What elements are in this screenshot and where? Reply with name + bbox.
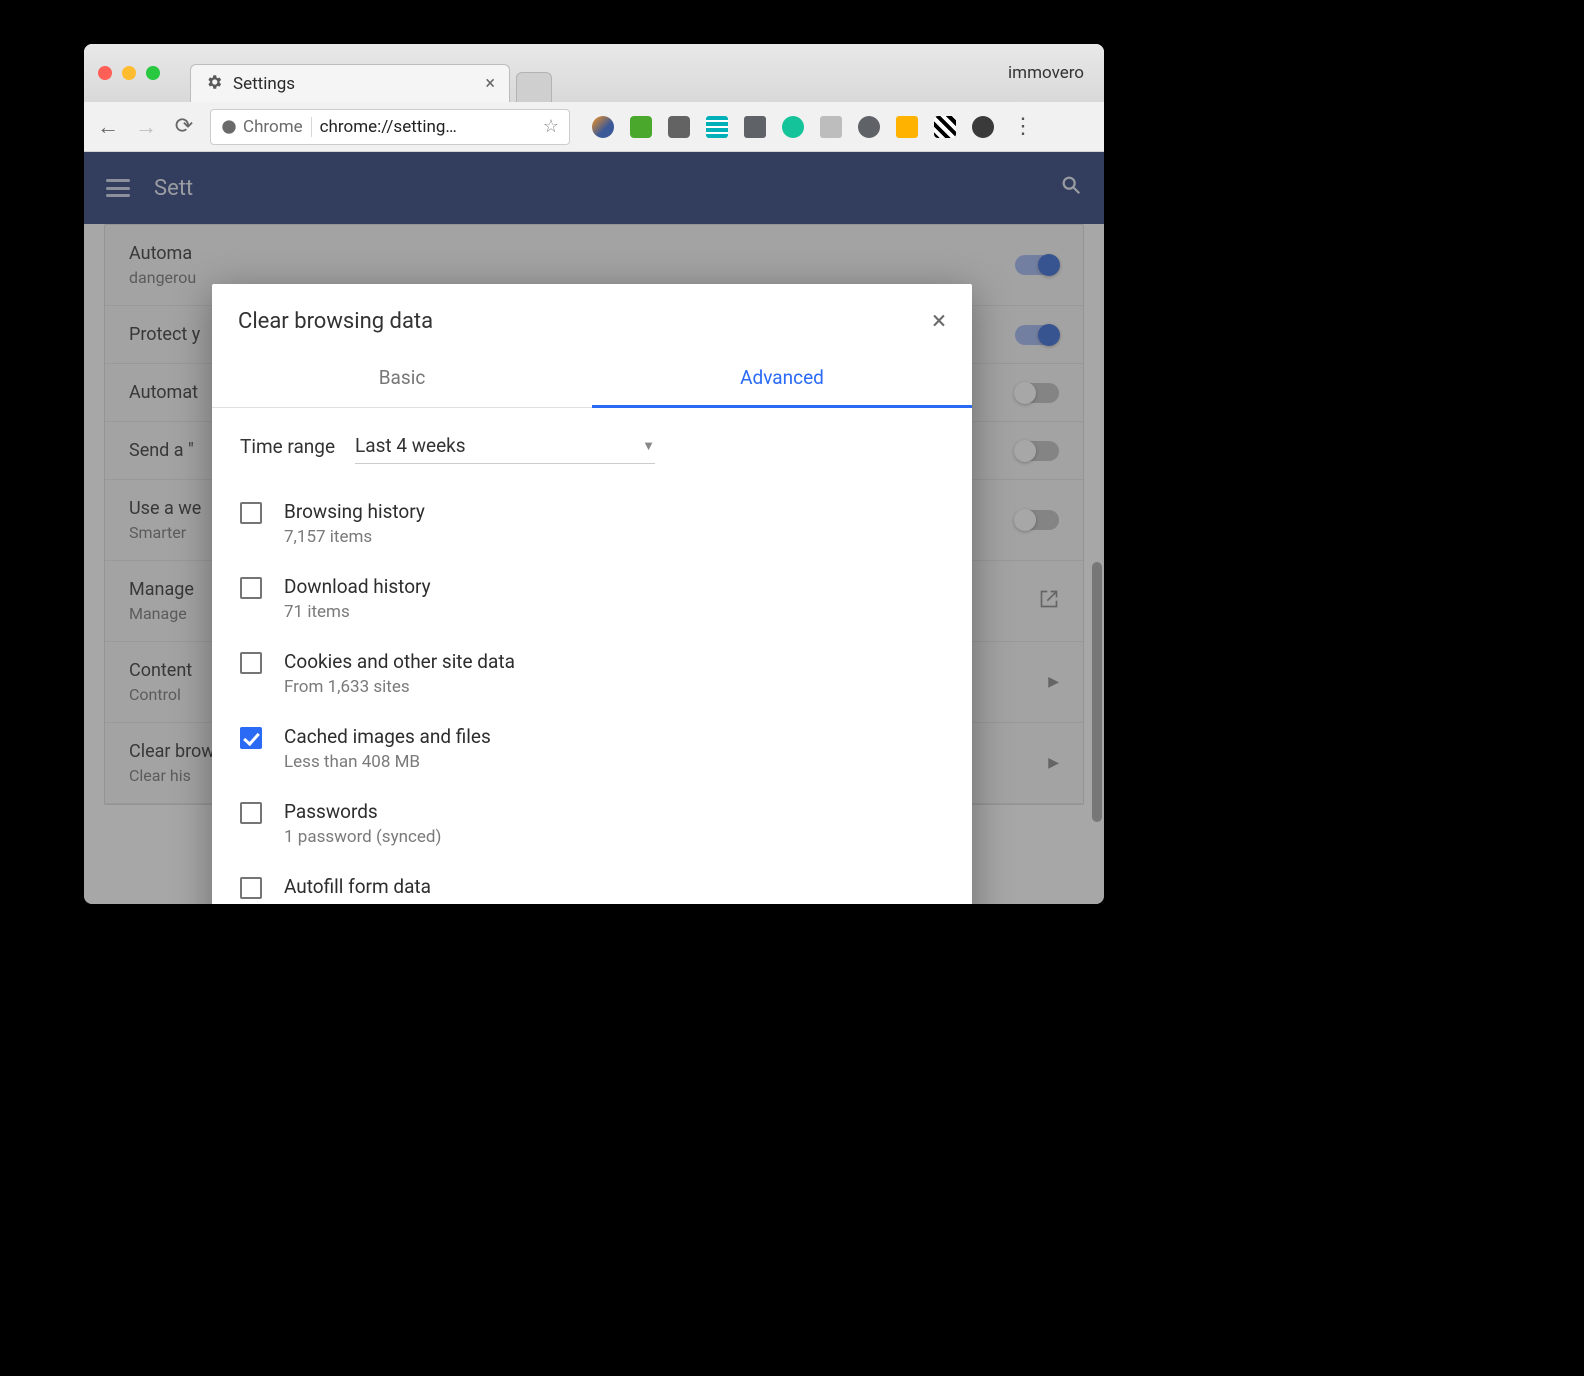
omnibox-url: chrome://setting… <box>320 117 529 137</box>
extension-icon[interactable] <box>706 116 728 138</box>
clear-item-passwords[interactable]: Passwords1 password (synced) <box>240 786 944 861</box>
titlebar: Settings × immovero <box>84 44 1104 102</box>
extension-icon[interactable] <box>896 116 918 138</box>
chrome-menu-icon[interactable]: ⋮ <box>1012 114 1034 139</box>
time-range-select[interactable]: Last 4 weeks ▼ <box>355 428 655 464</box>
time-range-label: Time range <box>240 435 335 458</box>
clear-item-download-history[interactable]: Download history71 items <box>240 561 944 636</box>
clear-item-cache[interactable]: Cached images and filesLess than 408 MB <box>240 711 944 786</box>
extension-icon[interactable] <box>782 116 804 138</box>
extension-icon[interactable] <box>934 116 956 138</box>
clear-item-autofill[interactable]: Autofill form data <box>240 861 944 904</box>
tab-basic[interactable]: Basic <box>212 354 592 407</box>
checkbox[interactable] <box>240 577 262 599</box>
clear-item-cookies[interactable]: Cookies and other site dataFrom 1,633 si… <box>240 636 944 711</box>
new-tab-button[interactable] <box>516 72 552 102</box>
omnibox-origin-chip: Chrome <box>221 117 303 137</box>
omnibox[interactable]: Chrome chrome://setting… ☆ <box>210 109 570 145</box>
dialog-tabs: Basic Advanced <box>212 354 972 408</box>
clear-browsing-data-dialog: Clear browsing data × Basic Advanced Tim… <box>212 284 972 904</box>
tab-close-icon[interactable]: × <box>485 73 495 94</box>
clear-item-browsing-history[interactable]: Browsing history7,157 items <box>240 486 944 561</box>
extension-icon[interactable] <box>858 116 880 138</box>
back-button[interactable]: ← <box>96 114 120 140</box>
extension-icons <box>592 116 994 138</box>
close-window-button[interactable] <box>98 66 112 80</box>
extension-icon[interactable] <box>668 116 690 138</box>
zoom-window-button[interactable] <box>146 66 160 80</box>
dialog-header: Clear browsing data × <box>212 284 972 354</box>
dialog-body: Time range Last 4 weeks ▼ Browsing histo… <box>212 408 972 904</box>
checkbox[interactable] <box>240 877 262 899</box>
reload-button[interactable]: ⟳ <box>172 114 196 139</box>
time-range-row: Time range Last 4 weeks ▼ <box>240 428 944 464</box>
extension-icon[interactable] <box>592 116 614 138</box>
extension-icon[interactable] <box>820 116 842 138</box>
close-icon[interactable]: × <box>932 306 946 336</box>
profile-name[interactable]: immovero <box>1008 63 1084 83</box>
toolbar: ← → ⟳ Chrome chrome://setting… ☆ ⋮ <box>84 102 1104 152</box>
tab-strip: Settings × <box>190 44 552 102</box>
checkbox[interactable] <box>240 502 262 524</box>
settings-page: Sett Automadangerou Protect y Automat Se… <box>84 152 1104 904</box>
extension-icon[interactable] <box>972 116 994 138</box>
tab-advanced[interactable]: Advanced <box>592 354 972 408</box>
tab-settings[interactable]: Settings × <box>190 64 510 102</box>
gear-icon <box>205 73 223 95</box>
omnibox-separator <box>311 117 312 137</box>
browser-window: Settings × immovero ← → ⟳ Chrome chrome:… <box>84 44 1104 904</box>
bookmark-star-icon[interactable]: ☆ <box>543 116 559 137</box>
minimize-window-button[interactable] <box>122 66 136 80</box>
forward-button[interactable]: → <box>134 114 158 140</box>
checkbox[interactable] <box>240 802 262 824</box>
extension-icon[interactable] <box>630 116 652 138</box>
chevron-down-icon: ▼ <box>642 438 655 454</box>
checkbox[interactable] <box>240 727 262 749</box>
dialog-title: Clear browsing data <box>238 309 433 334</box>
extension-icon[interactable] <box>744 116 766 138</box>
checkbox[interactable] <box>240 652 262 674</box>
window-controls <box>98 66 160 80</box>
tab-title: Settings <box>233 74 295 94</box>
